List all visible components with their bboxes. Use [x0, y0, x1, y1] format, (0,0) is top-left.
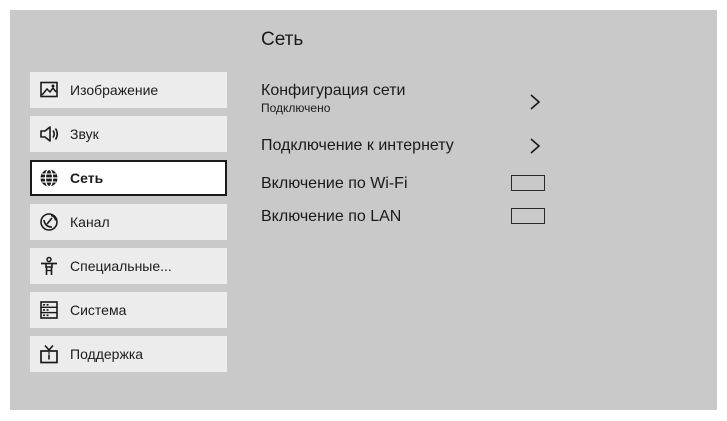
chevron-right-icon[interactable] — [529, 93, 541, 116]
accessibility-icon — [39, 256, 59, 276]
sidebar-item-channel[interactable]: Канал — [30, 204, 227, 240]
sidebar-item-accessibility[interactable]: Специальные... — [30, 248, 227, 284]
picture-icon — [39, 80, 59, 100]
wake-on-lan-toggle[interactable] — [511, 208, 545, 224]
speaker-icon — [39, 124, 59, 144]
sidebar-item-label: Система — [70, 302, 127, 318]
settings-screen: Сеть Изображение Звук Сеть Канал Специал… — [10, 10, 717, 410]
wake-on-wifi-label: Включение по Wi-Fi — [261, 175, 408, 192]
sidebar-item-label: Специальные... — [70, 258, 172, 274]
network-config-label: Конфигурация сети — [261, 82, 406, 99]
wake-on-wifi-toggle[interactable] — [511, 175, 545, 191]
sidebar-item-network[interactable]: Сеть — [30, 160, 227, 196]
sidebar-item-label: Сеть — [70, 170, 104, 186]
sidebar-item-label: Поддержка — [70, 346, 144, 362]
chevron-right-icon[interactable] — [529, 137, 541, 160]
network-config-item[interactable]: Конфигурация сети Подключено — [261, 82, 405, 115]
sidebar-item-system[interactable]: Система — [30, 292, 227, 328]
network-config-status: Подключено — [261, 101, 331, 115]
sidebar-item-label: Канал — [70, 214, 110, 230]
system-icon — [39, 300, 59, 320]
page-title: Сеть — [261, 29, 304, 50]
sidebar-item-support[interactable]: Поддержка — [30, 336, 227, 372]
wake-on-lan-label: Включение по LAN — [261, 208, 402, 225]
internet-connection-label: Подключение к интернету — [261, 137, 454, 154]
sidebar-item-picture[interactable]: Изображение — [30, 72, 227, 108]
sidebar-item-label: Изображение — [70, 82, 159, 98]
sidebar-item-sound[interactable]: Звук — [30, 116, 227, 152]
tv-support-icon — [39, 344, 59, 364]
wake-on-lan-item: Включение по LAN — [261, 208, 401, 226]
sidebar-item-label: Звук — [70, 126, 99, 142]
wake-on-wifi-item: Включение по Wi-Fi — [261, 175, 408, 193]
globe-icon — [39, 168, 59, 188]
satellite-dish-icon — [39, 212, 59, 232]
internet-connection-item[interactable]: Подключение к интернету — [261, 137, 454, 155]
